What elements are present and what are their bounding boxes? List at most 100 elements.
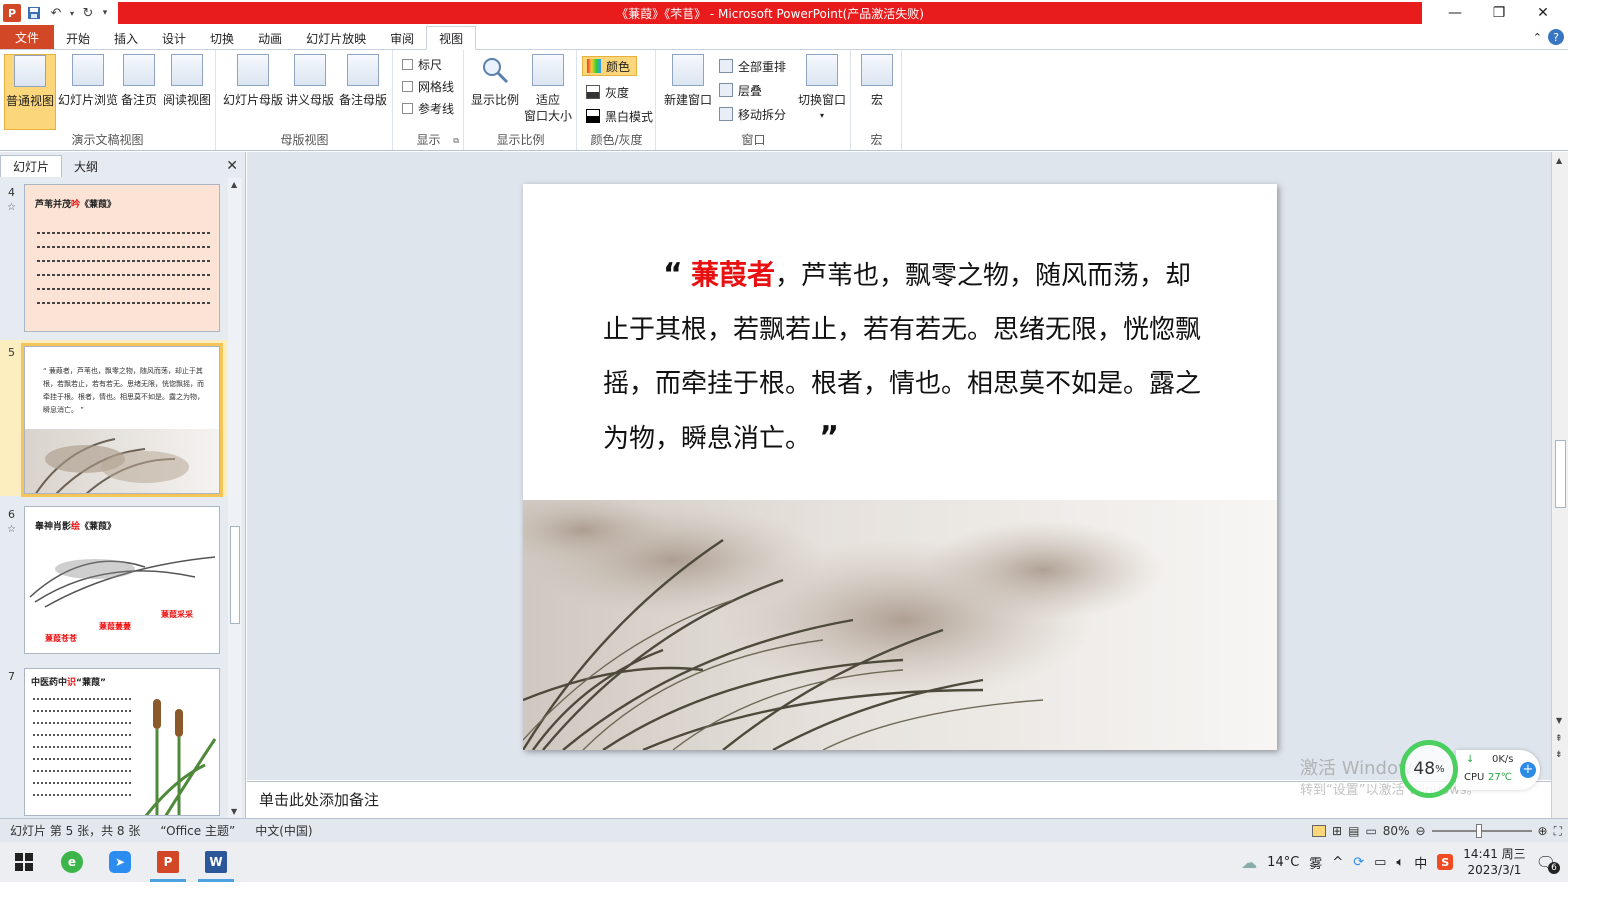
tab-view[interactable]: 视图 (426, 26, 477, 50)
reading-view-button[interactable]: 阅读视图 (162, 54, 212, 108)
black-white-icon (586, 109, 600, 123)
reading-view-status-icon[interactable]: ▤ (1348, 824, 1359, 838)
reed-image-thumb (25, 429, 219, 493)
slideshow-status-icon[interactable]: ▭ (1365, 824, 1376, 838)
tab-design[interactable]: 设计 (150, 27, 198, 49)
slide-sorter-status-icon[interactable]: ⊞ (1332, 824, 1342, 838)
slide-scroll-thumb[interactable] (1555, 440, 1566, 508)
close-button[interactable]: ✕ (1520, 0, 1566, 26)
weather-temp[interactable]: 14°C (1267, 855, 1299, 870)
gridlines-checkbox[interactable]: 网格线 (402, 76, 454, 96)
zoom-slider[interactable] (1431, 824, 1532, 838)
close-panel-icon[interactable]: ✕ (226, 158, 238, 174)
slide-master-button[interactable]: 幻灯片母版 (223, 54, 283, 108)
quick-access-toolbar: P ↶ ▾ ↻ ▾ (0, 0, 110, 26)
zoom-button[interactable]: 显示比例 (469, 54, 521, 108)
powerpoint-taskbar-icon[interactable]: P (144, 842, 192, 882)
ime-indicator[interactable]: 中 (1414, 853, 1427, 872)
scroll-up-icon[interactable]: ▲ (231, 180, 237, 189)
tab-outline[interactable]: 大纲 (62, 155, 110, 177)
normal-view-button[interactable]: 普通视图 (4, 54, 56, 130)
zoom-out-icon[interactable]: ⊖ (1415, 824, 1425, 838)
powerpoint-window: P ↶ ▾ ↻ ▾ 《蒹葭》《芣苢》 - Microsoft PowerPoin… (0, 0, 1568, 882)
arrange-all-button[interactable]: 全部重排 (719, 56, 786, 76)
normal-view-status-icon[interactable] (1312, 825, 1327, 837)
tab-animations[interactable]: 动画 (246, 27, 294, 49)
undo-icon[interactable]: ↶ (46, 3, 66, 23)
undo-dropdown-icon[interactable]: ▾ (68, 3, 76, 23)
cascade-button[interactable]: 层叠 (719, 80, 762, 100)
weather-desc[interactable]: 雾 (1309, 853, 1322, 872)
grayscale-button[interactable]: 灰度 (586, 82, 629, 102)
weather-icon[interactable]: ☁ (1241, 853, 1257, 872)
tab-file[interactable]: 文件 (0, 25, 54, 49)
tab-slideshow[interactable]: 幻灯片放映 (294, 27, 378, 49)
arrow-app-icon[interactable]: ➤ (96, 842, 144, 882)
tray-expand-icon[interactable]: ^ (1332, 855, 1343, 870)
tab-transitions[interactable]: 切换 (198, 27, 246, 49)
slide-thumbnail-5[interactable]: 5 “ 蒹葭者，芦苇也，飘零之物，随风而荡，却止于其根，若飘若止，若有若无。思绪… (0, 340, 230, 497)
tab-slides[interactable]: 幻灯片 (0, 155, 63, 177)
add-icon[interactable]: + (1520, 762, 1536, 778)
move-split-button[interactable]: 移动拆分 (719, 104, 786, 124)
notes-page-button[interactable]: 备注页 (120, 54, 158, 108)
save-icon[interactable] (24, 3, 44, 23)
minimize-button[interactable]: — (1432, 0, 1478, 26)
network-icon[interactable]: ▭ (1374, 855, 1386, 870)
slide-body-text[interactable]: “ 蒹葭者，芦苇也，飘零之物，随风而荡，却止于其根，若飘若止，若有若无。思绪无限… (603, 248, 1203, 466)
ruler-checkbox[interactable]: 标尺 (402, 54, 442, 74)
fit-slide-icon[interactable]: ⛶ (1554, 824, 1562, 839)
current-slide[interactable]: “ 蒹葭者，芦苇也，飘零之物，随风而荡，却止于其根，若飘若止，若有若无。思绪无限… (523, 184, 1277, 750)
fit-to-window-button[interactable]: 适应 窗口大小 (523, 54, 573, 124)
panel-scroll-thumb[interactable] (230, 526, 240, 624)
sogou-icon[interactable]: S (1437, 854, 1454, 870)
tab-home[interactable]: 开始 (54, 27, 102, 49)
slide-text-lines (37, 232, 211, 304)
system-tray: ☁ 14°C 雾 ^ ⟳ ▭ 🔈︎ 中 S 14:41 周三 2023/3/1 … (1241, 842, 1568, 882)
scroll-down-icon[interactable]: ▼ (1556, 716, 1562, 725)
slide-thumbnail-6[interactable]: 6 ☆ 睾神肖影绘《蒹葭》 蒹葭采采 蒹葭萋萋 蒹葭苍苍 (0, 506, 230, 658)
color-button[interactable]: 颜色 (582, 56, 638, 76)
black-white-button[interactable]: 黑白模式 (586, 106, 653, 126)
start-icon[interactable] (0, 842, 48, 882)
customize-qat-icon[interactable]: ▾ (100, 3, 110, 23)
previous-slide-icon[interactable]: ⇞ (1555, 734, 1563, 744)
slide-sorter-button[interactable]: 幻灯片浏览 (58, 54, 118, 108)
handout-master-button[interactable]: 讲义母版 (285, 54, 335, 108)
clock[interactable]: 14:41 周三 2023/3/1 (1463, 846, 1525, 878)
group-macros: 宏 宏 (852, 50, 902, 150)
switch-windows-button[interactable]: 切换窗口 ▾ (797, 54, 847, 124)
macros-button[interactable]: 宏 (860, 54, 894, 108)
tab-insert[interactable]: 插入 (102, 27, 150, 49)
tab-review[interactable]: 审阅 (378, 27, 426, 49)
slide-scrollbar[interactable]: ▲ ▼ ⇞ ⇟ (1551, 152, 1568, 818)
panel-scrollbar[interactable]: ▲ ▼ (228, 178, 242, 818)
language[interactable]: 中文(中国) (245, 822, 322, 839)
app-icon[interactable]: P (2, 3, 22, 23)
dialog-launcher-icon[interactable]: ⧉ (453, 136, 459, 146)
word-taskbar-icon[interactable]: W (192, 842, 240, 882)
macro-icon (861, 54, 893, 86)
zoom-in-icon[interactable]: ⊕ (1538, 824, 1548, 838)
notes-master-button[interactable]: 备注母版 (337, 54, 389, 108)
redo-icon[interactable]: ↻ (78, 3, 98, 23)
performance-widget[interactable]: ↓ 0K/s CPU 27℃ + 48% (1400, 740, 1544, 798)
browser-icon[interactable]: e (48, 842, 96, 882)
restore-button[interactable]: ❐ (1476, 0, 1522, 26)
scroll-down-icon[interactable]: ▼ (231, 807, 237, 816)
sync-icon[interactable]: ⟳ (1353, 855, 1364, 870)
scroll-up-icon[interactable]: ▲ (1556, 156, 1562, 165)
next-slide-icon[interactable]: ⇟ (1555, 750, 1563, 760)
new-window-button[interactable]: 新建窗口 (661, 54, 715, 108)
notification-icon[interactable]: 🗨︎ 6 (1536, 853, 1560, 874)
volume-icon[interactable]: 🔈︎ (1396, 855, 1404, 870)
zoom-level[interactable]: 80% (1383, 824, 1410, 838)
slide-thumbnail-4[interactable]: 4 ☆ 芦苇并茂吟《蒹葭》 (0, 184, 230, 336)
slide-thumbnail-7[interactable]: 7 中医药中识“蒹葭” (0, 668, 230, 818)
theme-name: “Office 主题” (160, 824, 236, 838)
group-zoom: 显示比例 适应 窗口大小 显示比例 (465, 50, 577, 150)
animation-star-icon: ☆ (7, 202, 16, 213)
help-icon[interactable]: ? (1548, 29, 1564, 45)
guides-checkbox[interactable]: 参考线 (402, 98, 454, 118)
collapse-ribbon-icon[interactable]: ⌃ (1533, 31, 1542, 44)
